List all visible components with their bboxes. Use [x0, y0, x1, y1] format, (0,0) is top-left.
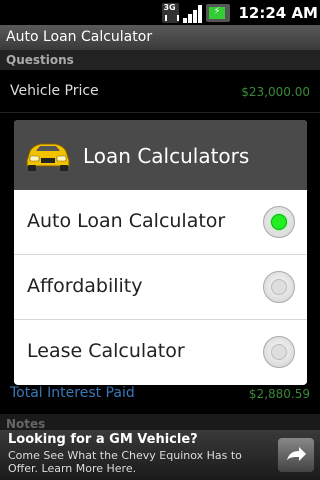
vehicle-price-label[interactable]: Vehicle Price: [10, 83, 99, 99]
app-title-bar: Auto Loan Calculator: [0, 25, 320, 50]
divider: [0, 112, 320, 113]
option-auto-loan-calculator[interactable]: Auto Loan Calculator: [14, 190, 307, 254]
option-label: Affordability: [27, 275, 143, 297]
network-3g-icon: 3G: [162, 2, 180, 23]
ad-body[interactable]: Come See What the Chevy Equinox Has to O…: [8, 449, 268, 475]
car-icon: [24, 134, 72, 174]
option-label: Auto Loan Calculator: [27, 210, 226, 232]
radio-unselected[interactable]: [263, 271, 295, 303]
total-interest-value: $2,880.59: [248, 387, 310, 401]
option-lease-calculator[interactable]: Lease Calculator: [14, 320, 307, 384]
dialog-header: Loan Calculators: [14, 120, 307, 190]
clock: 12:24 AM: [238, 3, 318, 22]
radio-selected[interactable]: [263, 206, 295, 238]
radio-unselected[interactable]: [263, 336, 295, 368]
ad-banner[interactable]: Looking for a GM Vehicle? Come See What …: [0, 430, 320, 480]
arrow-forward-icon[interactable]: [278, 438, 314, 472]
battery-icon: ⚡: [206, 3, 231, 22]
status-bar: 3G ⚡ 12:24 AM: [0, 0, 320, 25]
dialog-title: Loan Calculators: [83, 144, 250, 168]
option-label: Lease Calculator: [27, 340, 185, 362]
loan-calculators-dialog: Loan Calculators Auto Loan Calculator Af…: [14, 120, 307, 385]
total-interest-label: Total Interest Paid: [10, 385, 135, 401]
signal-icon: [183, 3, 203, 23]
questions-header: Questions: [0, 50, 320, 70]
vehicle-price-value: $23,000.00: [241, 85, 310, 99]
option-affordability[interactable]: Affordability: [14, 255, 307, 319]
ad-title[interactable]: Looking for a GM Vehicle?: [8, 432, 198, 447]
